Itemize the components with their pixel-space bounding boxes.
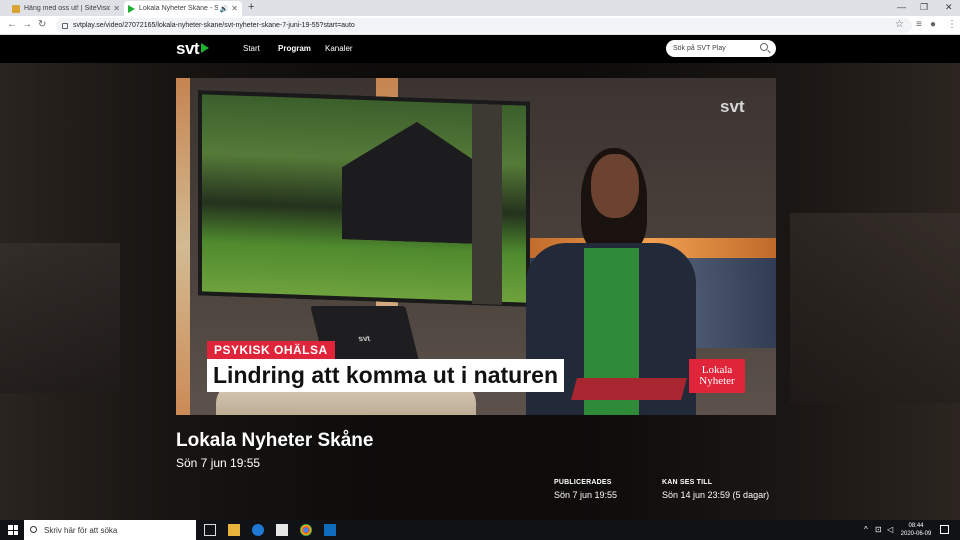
studio-screen <box>198 90 530 307</box>
search-input[interactable]: Sök på SVT Play <box>666 40 776 57</box>
nav-program[interactable]: Program <box>278 44 311 53</box>
edge-icon[interactable] <box>252 524 264 536</box>
close-icon[interactable]: ✕ <box>113 4 120 13</box>
notification-icon[interactable] <box>940 525 949 534</box>
minimize-icon[interactable]: — <box>897 2 906 12</box>
svt-play-logo[interactable]: svt <box>176 39 210 59</box>
volume-icon[interactable]: ◁ <box>887 525 893 534</box>
menu-icon[interactable]: ⋮ <box>947 19 957 30</box>
tree-shape <box>472 103 502 305</box>
lokala-nyheter-logo: Lokala Nyheter <box>689 359 745 393</box>
back-icon[interactable]: ← <box>7 19 17 31</box>
program-title: Lokala Nyheter Skåne <box>176 430 374 451</box>
studio-light <box>176 78 190 415</box>
taskbar-search-placeholder: Skriv här för att söka <box>44 525 118 535</box>
maximize-icon[interactable]: ❐ <box>920 2 928 13</box>
anchor-folder <box>571 378 687 400</box>
star-icon[interactable]: ☆ <box>895 19 904 30</box>
search-icon <box>30 526 37 533</box>
windows-start-icon[interactable] <box>8 525 18 535</box>
logo-text: svt <box>176 39 200 58</box>
screen: Häng med oss ut! | SiteVision ✕ Lokala N… <box>0 0 960 540</box>
url-text: svtplay.se/video/27072165/lokala-nyheter… <box>73 22 355 29</box>
nav-kanaler[interactable]: Kanaler <box>325 44 353 53</box>
window-close-icon[interactable]: ✕ <box>945 2 953 13</box>
chrome-icon[interactable] <box>300 524 312 536</box>
search-icon[interactable] <box>760 43 768 51</box>
episode-subtitle: Sön 7 jun 19:55 <box>176 456 261 470</box>
lower-third-headline: Lindring att komma ut i naturen <box>207 359 565 392</box>
available-label: KAN SES TILL <box>662 479 713 486</box>
store-icon[interactable] <box>276 524 288 536</box>
anchor-head <box>591 154 639 218</box>
tab-label: Lokala Nyheter Skåne - Sön <box>139 5 218 12</box>
taskbar: Skriv här för att söka ^ ⊡ ◁ 08:44 2020-… <box>0 520 960 540</box>
reading-list-icon[interactable]: ≡ <box>916 19 922 30</box>
play-icon <box>201 43 210 53</box>
outlook-icon[interactable] <box>324 524 336 536</box>
published-value: Sön 7 jun 19:55 <box>554 490 618 500</box>
tab-label: Häng med oss ut! | SiteVision <box>24 5 111 12</box>
background-image <box>790 213 960 403</box>
site-header: svt Start Program Kanaler Sök på SVT Pla… <box>0 35 960 63</box>
network-icon[interactable]: ⊡ <box>875 525 882 534</box>
laptop-logo: svt <box>357 334 372 343</box>
clock-time: 08:44 <box>908 523 924 529</box>
forward-icon[interactable]: → <box>22 19 32 31</box>
new-tab-icon[interactable]: + <box>248 1 254 13</box>
taskbar-search-input[interactable]: Skriv här för att söka <box>24 520 196 540</box>
background-image <box>0 243 120 393</box>
tab-svtplay[interactable]: Lokala Nyheter Skåne - Sön 🔊 ✕ <box>124 1 242 16</box>
lock-icon <box>62 22 68 29</box>
file-explorer-icon[interactable] <box>228 524 240 536</box>
play-icon <box>128 4 135 13</box>
close-icon[interactable]: ✕ <box>231 4 238 13</box>
lower-third-kicker: PSYKISK OHÄLSA <box>207 341 335 359</box>
svt-watermark: svt <box>720 97 745 116</box>
search-placeholder: Sök på SVT Play <box>673 45 726 52</box>
tab-strip: Häng med oss ut! | SiteVision ✕ Lokala N… <box>0 0 960 16</box>
tab-sitevision[interactable]: Häng med oss ut! | SiteVision ✕ <box>8 1 124 16</box>
browser-toolbar: ← → ↻ svtplay.se/video/27072165/lokala-n… <box>0 16 960 35</box>
reload-icon[interactable]: ↻ <box>38 19 46 31</box>
task-view-icon[interactable] <box>204 524 216 536</box>
available-value: Sön 14 jun 23:59 (5 dagar) <box>662 490 770 500</box>
profile-icon[interactable]: ● <box>930 19 936 30</box>
clock-date: 2020-06-09 <box>900 531 932 537</box>
published-label: PUBLICERADES <box>554 479 612 486</box>
brand-line: Nyheter <box>699 375 735 387</box>
pencil-icon <box>12 4 20 13</box>
tray-chevron-icon[interactable]: ^ <box>864 525 868 534</box>
address-bar[interactable]: svtplay.se/video/27072165/lokala-nyheter… <box>56 18 912 33</box>
video-player[interactable]: svt svt PSYKISK OHÄLSA Lindring att komm… <box>176 78 776 415</box>
taskbar-clock[interactable]: 08:44 2020-06-09 <box>898 522 934 538</box>
speaker-icon[interactable]: 🔊 <box>220 5 229 13</box>
nav-start[interactable]: Start <box>243 44 260 53</box>
